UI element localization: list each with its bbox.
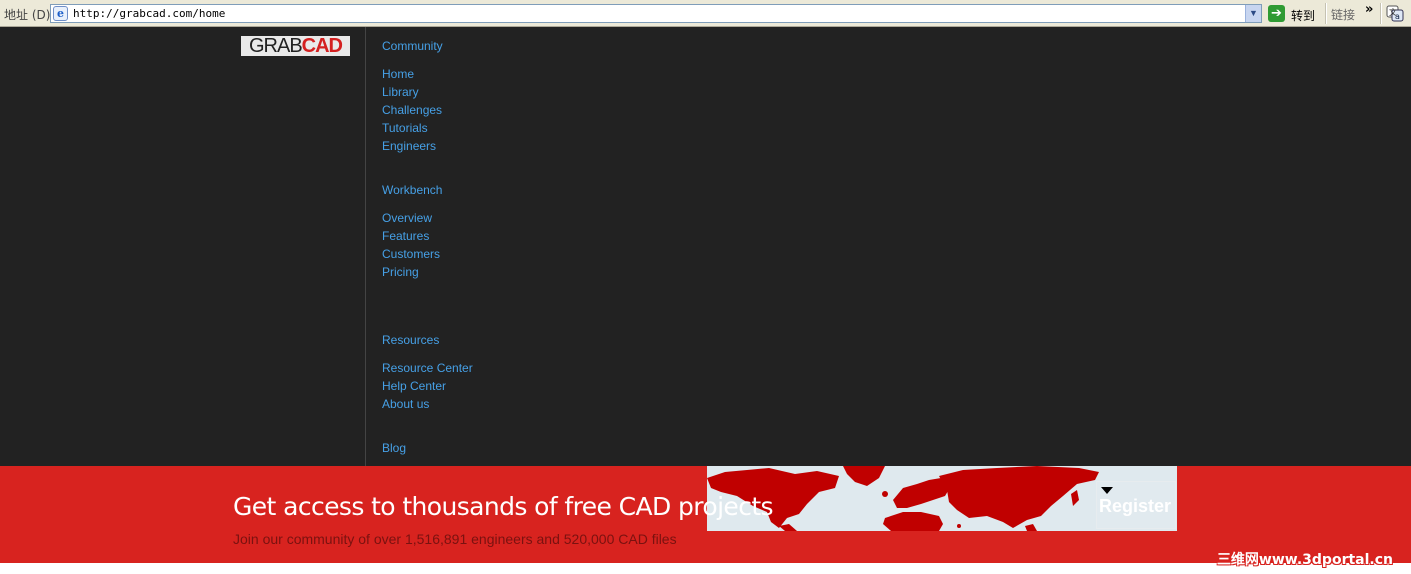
nav-link-features[interactable]: Features [382,229,429,243]
nav-link-engineers[interactable]: Engineers [382,139,436,153]
toolbar-separator [1380,3,1382,24]
nav-link-tutorials[interactable]: Tutorials [382,121,428,135]
svg-text:a: a [1395,12,1400,21]
toolbar-separator [1325,3,1327,24]
ie-page-icon: e [53,6,68,21]
watermark-text: 三维网www.3dportal.cn [1216,552,1393,568]
nav-link-customers[interactable]: Customers [382,247,440,261]
go-arrow-icon[interactable]: ➔ [1268,5,1285,22]
register-button[interactable]: Register [1096,481,1176,529]
nav-link-home[interactable]: Home [382,67,414,81]
dropdown-triangle-icon [1101,487,1113,494]
address-label: 地址 (D) [4,8,51,22]
nav-link-overview[interactable]: Overview [382,211,432,225]
nav-link-resource-center[interactable]: Resource Center [382,361,473,375]
go-button[interactable]: ➔ 转到 [1268,4,1320,23]
nav-link-challenges[interactable]: Challenges [382,103,442,117]
page-content: GRABCAD Community Home Library Challenge… [0,27,1411,466]
register-label[interactable]: Register [1099,496,1171,517]
dropdown-arrow-icon[interactable]: ▼ [1245,5,1261,22]
bottom-strip: 三维网www.3dportal.cn [0,552,1411,574]
nav-link-help-center[interactable]: Help Center [382,379,446,393]
logo-cad-text: CAD [301,35,343,57]
links-label[interactable]: 链接 [1331,6,1355,23]
nav-link-blog[interactable]: Blog [382,441,406,455]
logo-grab-text: GRAB [248,35,303,57]
nav-heading-resources[interactable]: Resources [382,333,439,347]
nav-heading-community[interactable]: Community [382,39,443,53]
browser-address-bar: 地址 (D) e http://grabcad.com/home ▼ ➔ 转到 … [0,0,1411,27]
nav-link-pricing[interactable]: Pricing [382,265,419,279]
banner-subtitle: Join our community of over 1,516,891 eng… [233,531,677,547]
nav-heading-workbench[interactable]: Workbench [382,183,442,197]
banner-title: Get access to thousands of free CAD proj… [233,492,774,521]
signup-banner: Get access to thousands of free CAD proj… [0,466,1411,563]
translate-icon[interactable]: 文 a [1386,5,1404,22]
url-input[interactable]: e http://grabcad.com/home ▼ [50,4,1262,23]
nav-link-about-us[interactable]: About us [382,397,429,411]
grabcad-logo[interactable]: GRABCAD [241,36,350,56]
nav-divider [365,27,366,466]
chevron-icon[interactable]: » [1365,2,1373,17]
url-text[interactable]: http://grabcad.com/home [73,7,225,20]
go-label[interactable]: 转到 [1291,7,1315,24]
nav-link-library[interactable]: Library [382,85,419,99]
